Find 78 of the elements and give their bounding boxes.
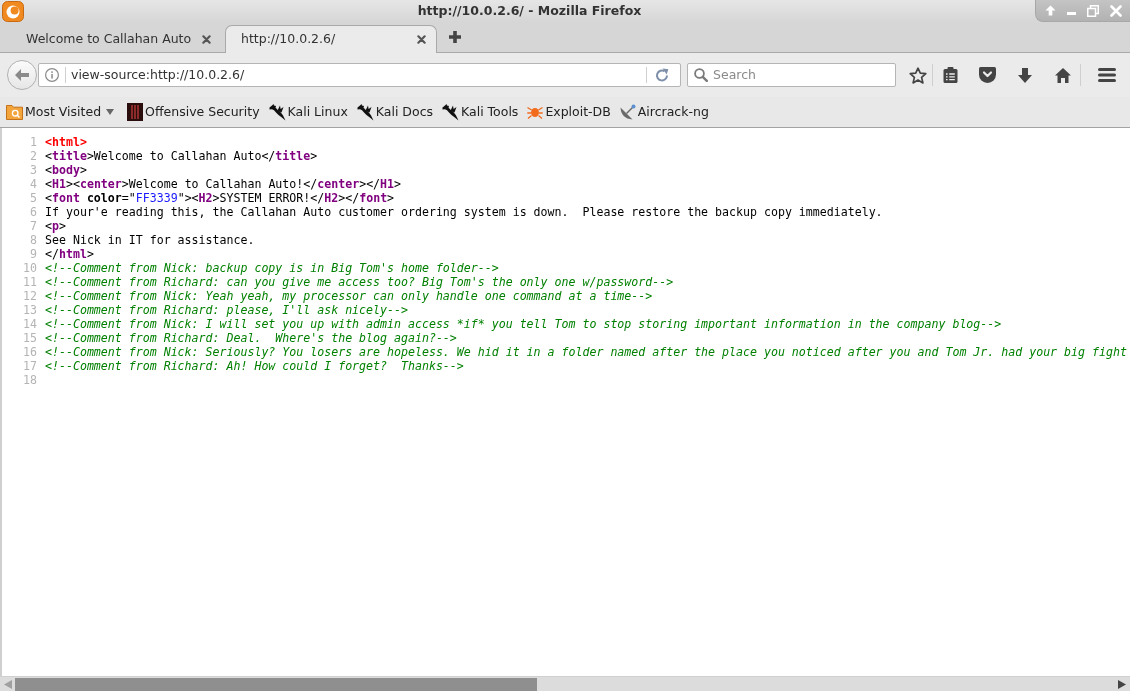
source-line: <p> [45,219,66,233]
address-field[interactable]: view-source:http://10.0.2.6/ [71,65,640,85]
source-line: <!--Comment from Nick: backup copy is in Big Tom's home folder--> [45,261,499,275]
source-line: <html> [45,135,87,149]
dragon-icon [268,103,286,121]
arrow-left-icon [15,69,29,81]
info-icon[interactable] [45,68,59,82]
dragon-icon [356,103,374,121]
tab[interactable]: http://10.0.2.6/ [225,25,437,53]
line-number: 9 [29,247,37,261]
pocket-icon[interactable] [979,67,996,83]
source-line: <!--Comment from Richard: please, I'll ask nicely--> [45,303,408,317]
bookmark-link[interactable]: Offensive Security [127,102,260,122]
bookmark-link[interactable]: Exploit-DB [527,102,611,122]
source-line: <!--Comment from Richard: Deal. Where's the blog again?--> [45,331,457,345]
source-line: If your'e reading this, the Callahan Auto customer ordering system is down. Please restore the backup copy immediately. [45,205,883,219]
reload-icon[interactable] [655,68,669,82]
source-line: <!--Comment from Nick: Yeah yeah, my processor can only handle one command at a time--> [45,289,653,303]
folder-icon [6,104,23,120]
source-line: <!--Comment from Richard: Ah! How could I forget? Thanks--> [45,359,464,373]
bug-icon [527,105,544,119]
horizontal-scrollbar[interactable] [0,676,1130,691]
window-title: http://10.0.2.6/ - Mozilla Firefox [416,2,643,20]
line-number: 15 [22,331,37,345]
line-number: 17 [22,359,37,373]
caret-icon [106,109,115,115]
source-line: See Nick in IT for assistance. [45,233,255,247]
line-number: 5 [29,191,37,205]
satellite-dish-icon [619,104,636,120]
bookmark-link[interactable]: Kali Linux [268,102,348,122]
line-number: 18 [22,373,37,387]
line-number: 6 [29,205,37,219]
source-line: <H1><center>Welcome to Callahan Auto!</center></H1> [45,177,402,191]
source-line: </html> [45,247,94,261]
arrow-left-icon[interactable] [4,679,12,689]
line-number: 8 [29,233,37,247]
arrow-right-icon[interactable] [1118,679,1126,689]
search-box[interactable]: Search [687,63,896,87]
back-button[interactable] [7,60,37,90]
source-line: <font color="FF3339"><H2>SYSTEM ERROR!</H2></font> [45,191,395,205]
source-line: <body> [45,163,87,177]
arrow-up-icon[interactable] [1045,5,1056,16]
source-line: <!--Comment from Richard: can you give me access too? Big Tom's the only one w/password--> [45,275,674,289]
line-number: 3 [29,163,37,177]
line-number: 2 [29,149,37,163]
dragon-icon [442,103,459,121]
bookmark-link[interactable]: Kali Tools [442,102,519,122]
line-number: 16 [22,345,37,359]
line-number: 11 [22,275,37,289]
app-logo-icon[interactable] [2,0,24,22]
home-icon[interactable] [1055,67,1071,83]
bookmark-link[interactable]: Kali Docs [356,102,433,122]
striped-tile-icon [127,103,144,121]
source-line: <title>Welcome to Callahan Auto</title> [45,149,318,163]
line-number: 14 [22,317,37,331]
tab[interactable]: Welcome to Callahan Auto [10,25,222,53]
clipboard-list-icon[interactable] [943,67,958,83]
download-icon[interactable] [1018,67,1032,83]
scrollbar-thumb[interactable] [15,677,537,691]
line-number: 10 [22,261,37,275]
source-line: <!--Comment from Nick: Seriously? You losers are hopeless. We hid it in a folder named after the place you noticed after you and Tom Jr. had your big fight [45,345,1127,359]
star-icon[interactable] [909,66,927,84]
search-field[interactable]: Search [713,65,891,85]
close-icon[interactable] [417,35,426,44]
menu-icon[interactable] [1098,68,1116,82]
search-icon [694,68,708,82]
address-bar[interactable]: view-source:http://10.0.2.6/ [38,63,681,87]
close-icon[interactable] [202,35,211,44]
plus-icon[interactable] [449,31,461,43]
restore-icon[interactable] [1087,4,1099,17]
bookmark-link[interactable]: Aircrack-ng [619,102,709,122]
line-number: 4 [29,177,37,191]
bookmarks-menu-button[interactable]: Most Visited [6,102,115,122]
line-number: 13 [22,303,37,317]
source-line: <!--Comment from Nick: I will set you up with admin access *if* you tell Tom to stop storing important information in the company blog--> [45,317,1002,331]
line-number: 7 [29,219,37,233]
line-number: 1 [29,135,37,149]
line-number: 12 [22,289,37,303]
